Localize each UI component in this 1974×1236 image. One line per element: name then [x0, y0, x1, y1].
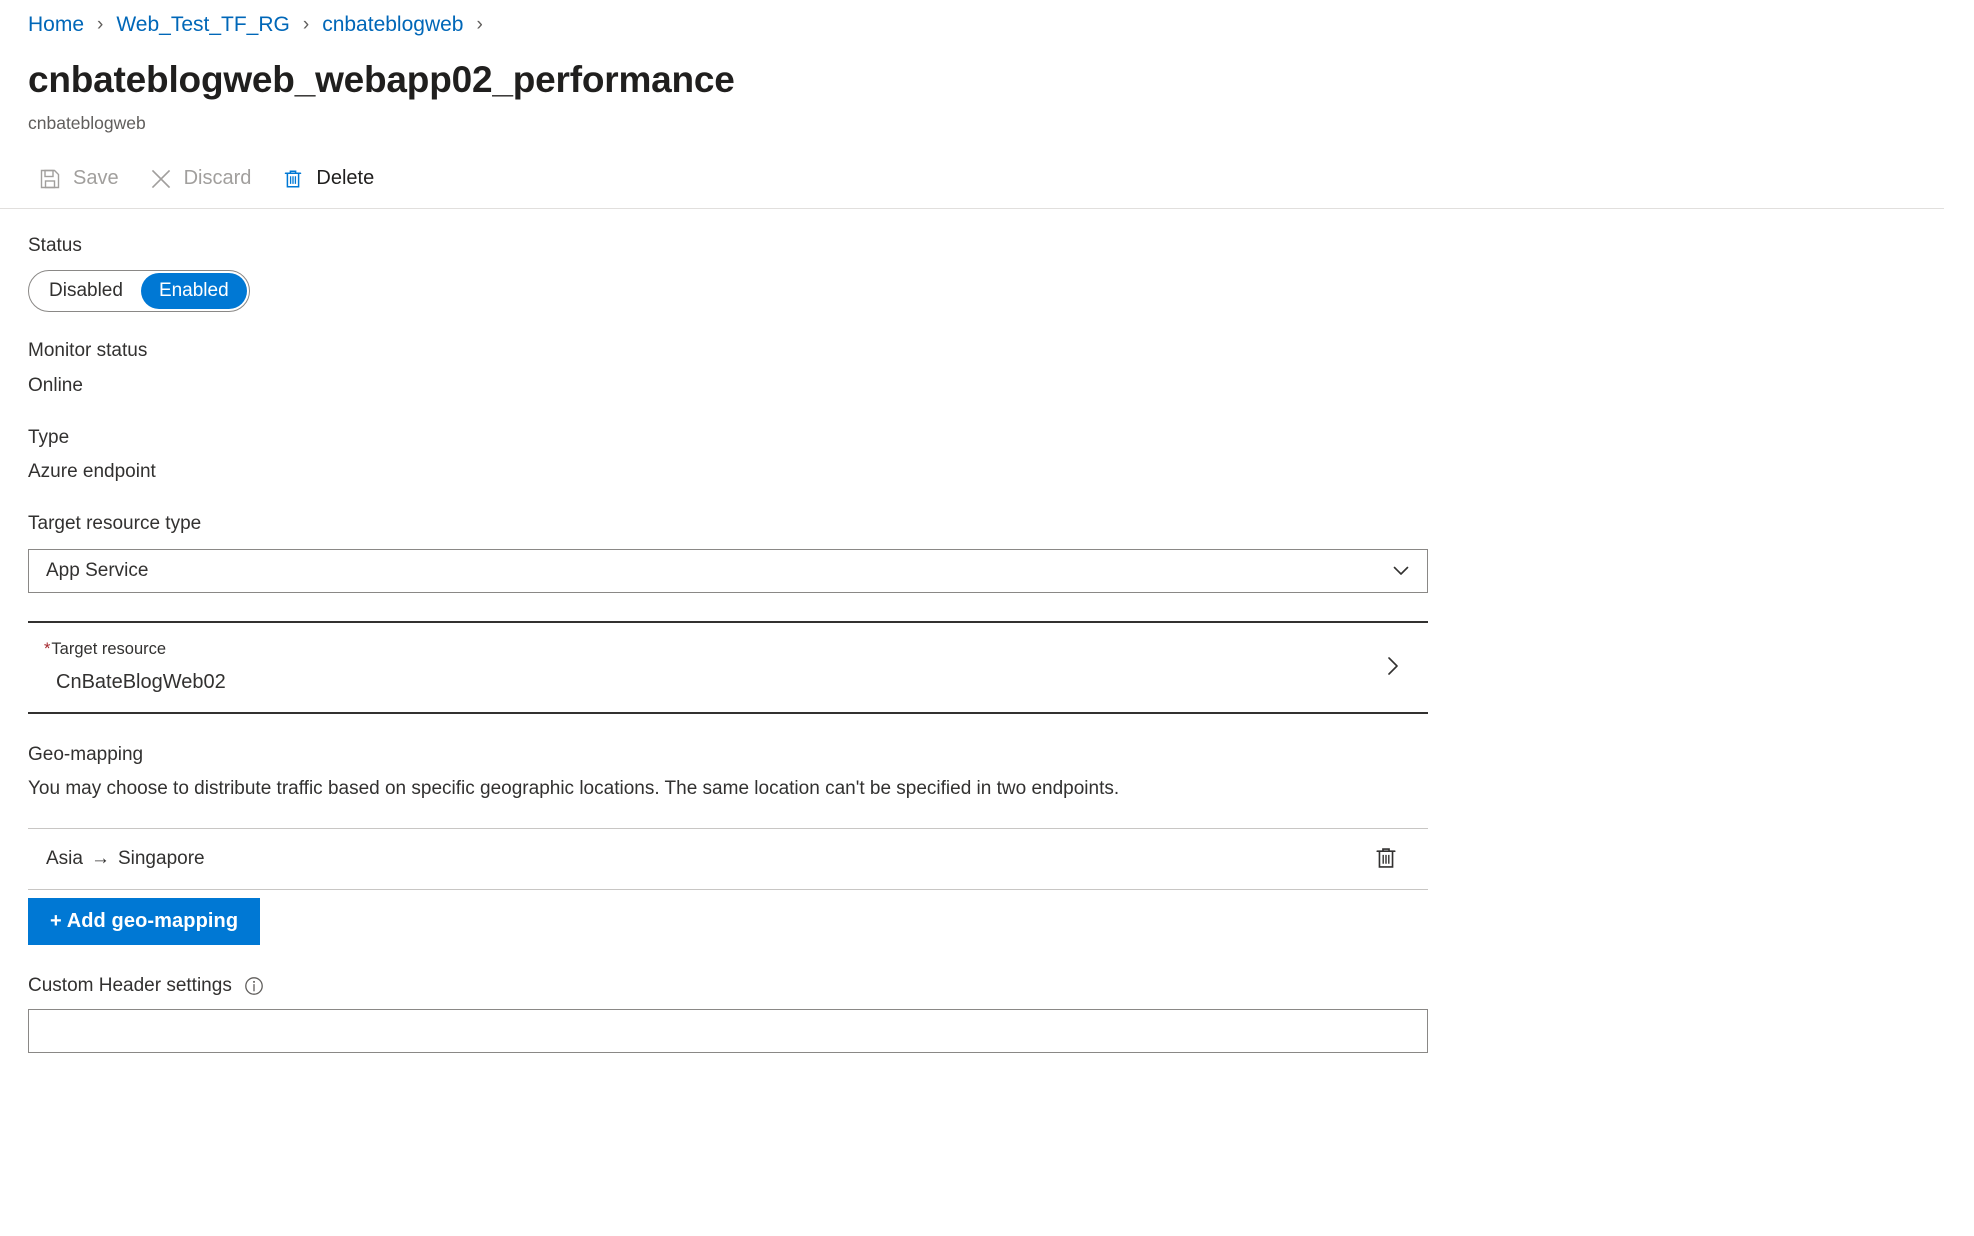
discard-button-label: Discard	[183, 167, 252, 190]
arrow-right-icon: →	[90, 848, 110, 870]
trash-icon	[281, 167, 305, 191]
status-toggle[interactable]: Disabled Enabled	[28, 270, 250, 313]
geo-mapping-description: You may choose to distribute traffic bas…	[28, 777, 1120, 799]
close-x-icon	[149, 167, 173, 191]
monitor-status-field: Monitor status Online	[28, 338, 1946, 398]
breadcrumb-chevron-icon: ›	[97, 13, 104, 35]
status-option-disabled[interactable]: Disabled	[31, 273, 141, 309]
target-resource-type-select[interactable]: App Service	[28, 548, 1428, 593]
custom-header-section: Custom Header settings	[28, 975, 1946, 1054]
status-option-enabled[interactable]: Enabled	[140, 273, 247, 310]
geo-mapping-row: Asia → Singapore	[28, 829, 1428, 889]
delete-button-label: Delete	[316, 167, 375, 190]
endpoint-configuration-page: Home › Web_Test_TF_RG › cnbateblogweb › …	[0, 0, 1974, 1236]
target-resource-type-value: App Service	[46, 559, 149, 581]
target-resource-value: CnBateBlogWeb02	[56, 670, 226, 693]
trash-icon	[1372, 844, 1400, 875]
geo-mapping-region: Asia	[46, 848, 83, 870]
custom-header-label: Custom Header settings	[28, 975, 232, 997]
command-bar: Save Discard Delete	[28, 152, 1946, 206]
endpoint-form: Status Disabled Enabled Monitor status O…	[28, 209, 1946, 1054]
status-label: Status	[28, 234, 82, 256]
breadcrumb: Home › Web_Test_TF_RG › cnbateblogweb ›	[28, 0, 1946, 44]
type-value: Azure endpoint	[28, 461, 156, 483]
monitor-status-value: Online	[28, 374, 83, 396]
save-floppy-icon	[38, 167, 62, 191]
custom-header-input[interactable]	[28, 1009, 1428, 1054]
page-subtitle: cnbateblogweb	[28, 112, 146, 133]
geo-mapping-label: Geo-mapping	[28, 743, 144, 765]
add-geo-mapping-button[interactable]: + Add geo-mapping	[28, 898, 261, 946]
geo-mapping-section: Geo-mapping You may choose to distribute…	[28, 743, 1946, 946]
breadcrumb-item-profile[interactable]: cnbateblogweb	[322, 13, 463, 37]
target-resource-type-label: Target resource type	[28, 512, 202, 534]
info-icon[interactable]	[243, 975, 265, 997]
chevron-down-icon	[1390, 560, 1412, 582]
required-marker: *	[44, 639, 51, 658]
type-field: Type Azure endpoint	[28, 425, 1946, 485]
breadcrumb-item-home[interactable]: Home	[28, 13, 84, 37]
monitor-status-label: Monitor status	[28, 340, 148, 362]
breadcrumb-item-resource-group[interactable]: Web_Test_TF_RG	[116, 13, 290, 37]
delete-button[interactable]: Delete	[271, 160, 386, 198]
discard-button[interactable]: Discard	[139, 160, 264, 198]
save-button[interactable]: Save	[28, 160, 131, 198]
chevron-right-icon[interactable]	[1380, 653, 1406, 679]
geo-mapping-list: Asia → Singapore	[28, 828, 1428, 891]
target-resource-label: *Target resource	[44, 639, 226, 660]
breadcrumb-chevron-icon: ›	[476, 13, 483, 35]
status-field: Status Disabled Enabled	[28, 233, 1946, 313]
target-resource-label-text: Target resource	[51, 639, 167, 658]
page-title: cnbateblogweb_webapp02_performance	[28, 59, 735, 100]
delete-geo-mapping-button[interactable]	[1368, 840, 1404, 879]
target-resource-type-field: Target resource type App Service	[28, 511, 1946, 593]
geo-mapping-location: Singapore	[117, 848, 205, 870]
breadcrumb-chevron-icon: ›	[302, 13, 310, 35]
target-resource-picker[interactable]: *Target resource CnBateBlogWeb02	[28, 620, 1428, 714]
type-label: Type	[28, 426, 70, 448]
save-button-label: Save	[73, 167, 119, 190]
